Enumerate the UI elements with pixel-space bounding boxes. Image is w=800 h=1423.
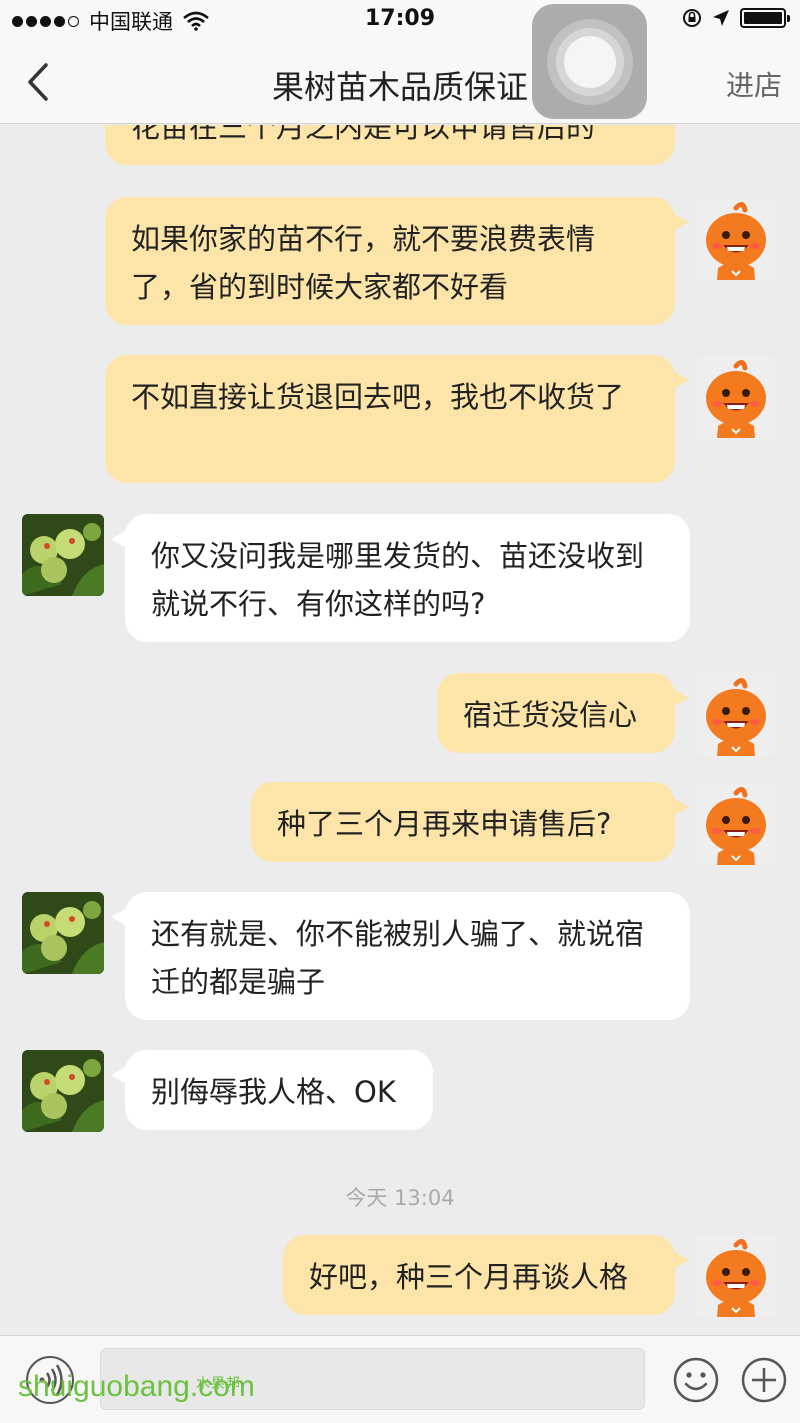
chat-bubble-me[interactable]: 种了三个月再来申请售后? xyxy=(251,782,689,862)
assistive-touch-button[interactable] xyxy=(532,4,647,119)
contact-avatar[interactable] xyxy=(22,892,104,974)
orange-mascot-icon xyxy=(695,783,777,865)
status-bar: 中国联通 17:09 xyxy=(0,0,800,40)
chat-bubble-them[interactable]: 还有就是、你不能被别人骗了、就说宿迁的都是骗子 xyxy=(111,892,690,1020)
contact-avatar[interactable] xyxy=(22,514,104,596)
my-avatar[interactable] xyxy=(695,783,777,865)
chat-bubble-me[interactable]: 宿迁货没信心 xyxy=(437,673,689,753)
battery-icon xyxy=(740,8,790,28)
clock: 17:09 xyxy=(364,6,436,31)
nav-bar: 果树苗木品质保证 进店 xyxy=(0,40,800,124)
message-input[interactable] xyxy=(100,1348,645,1410)
fruit-photo-icon xyxy=(22,1050,104,1132)
chat-bubble-them[interactable]: 别侮辱我人格、OK xyxy=(111,1050,433,1130)
status-right xyxy=(682,8,790,28)
my-avatar[interactable] xyxy=(695,674,777,756)
orange-mascot-icon xyxy=(695,674,777,756)
my-avatar[interactable] xyxy=(695,198,777,280)
chat-bubble-me[interactable]: 不如直接让货退回去吧，我也不收货了 xyxy=(105,355,689,483)
my-avatar[interactable] xyxy=(695,356,777,438)
chat-bubble-them[interactable]: 你又没问我是哪里发货的、苗还没收到就说不行、有你这样的吗? xyxy=(111,514,690,642)
location-arrow-icon xyxy=(713,10,729,26)
contact-avatar[interactable] xyxy=(22,1050,104,1132)
my-avatar[interactable] xyxy=(695,1235,777,1317)
emoji-button[interactable] xyxy=(672,1356,720,1404)
input-bar xyxy=(0,1335,800,1423)
orange-mascot-icon xyxy=(695,356,777,438)
smiley-icon xyxy=(673,1357,719,1403)
orange-mascot-icon xyxy=(695,198,777,280)
chat-bubble-me[interactable]: 花苗在三个月之内是可以申请售后的 xyxy=(105,125,675,165)
plus-icon xyxy=(741,1357,787,1403)
store-button[interactable]: 进店 xyxy=(726,64,782,104)
voice-button[interactable] xyxy=(26,1356,74,1404)
chat-area[interactable]: 花苗在三个月之内是可以申请售后的 如果你家的苗不行，就不要浪费表情了，省的到时候… xyxy=(0,125,800,1335)
orange-mascot-icon xyxy=(695,1235,777,1317)
rotation-lock-icon xyxy=(683,9,701,27)
fruit-photo-icon xyxy=(22,892,104,974)
fruit-photo-icon xyxy=(22,514,104,596)
chat-bubble-me[interactable]: 如果你家的苗不行，就不要浪费表情了，省的到时候大家都不好看 xyxy=(105,197,689,325)
more-button[interactable] xyxy=(740,1356,788,1404)
chat-bubble-me[interactable]: 好吧，种三个月再谈人格 xyxy=(283,1235,689,1315)
page-title: 果树苗木品质保证 xyxy=(271,68,528,106)
message-timestamp: 今天 13:04 xyxy=(345,1186,455,1210)
voice-icon xyxy=(39,1364,63,1396)
